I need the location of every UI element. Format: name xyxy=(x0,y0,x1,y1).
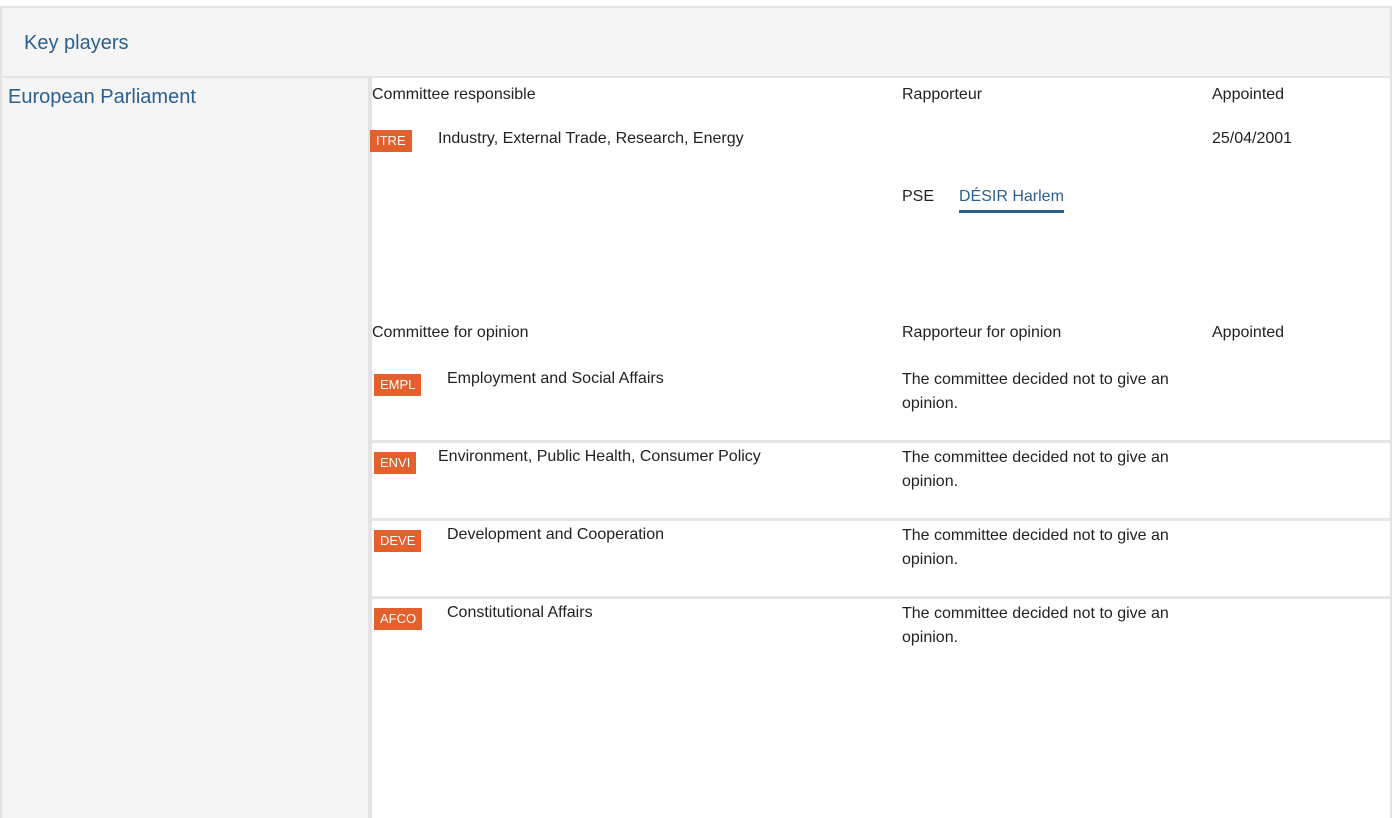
rapporteur-opinion-empl: The committee decided not to give an opi… xyxy=(902,371,1169,412)
committee-name-deve: Development and Cooperation xyxy=(447,526,665,543)
rapporteur-opinion-envi: The committee decided not to give an opi… xyxy=(902,449,1169,490)
institution-column: European Parliament xyxy=(2,78,368,818)
rapporteur-opinion-afco: The committee decided not to give an opi… xyxy=(902,605,1169,646)
col-header-committee-opinion: Committee for opinion xyxy=(372,324,529,341)
section-header: Key players xyxy=(2,8,1390,78)
rapporteur-group: PSE xyxy=(902,188,935,205)
committee-name-afco: Constitutional Affairs xyxy=(447,604,593,621)
committee-badge-afco: AFCO xyxy=(374,608,423,630)
institution-label: European Parliament xyxy=(8,86,196,108)
appointed-date: 25/04/2001 xyxy=(1212,130,1293,147)
row-divider xyxy=(372,596,1390,599)
rapporteur-opinion-deve: The committee decided not to give an opi… xyxy=(902,527,1169,568)
committee-badge-empl: EMPL xyxy=(374,374,422,396)
committee-name-itre: Industry, External Trade, Research, Ener… xyxy=(438,130,744,147)
col-header-committee-responsible: Committee responsible xyxy=(372,86,536,103)
col-header-appointed: Appointed xyxy=(1212,86,1285,103)
col-header-appointed-opinion: Appointed xyxy=(1212,324,1285,341)
committee-badge-envi: ENVI xyxy=(374,452,417,474)
section-title: Key players xyxy=(24,32,129,54)
committee-name-empl: Employment and Social Affairs xyxy=(447,370,664,387)
committee-name-envi: Environment, Public Health, Consumer Pol… xyxy=(438,448,761,465)
committee-badge-itre: ITRE xyxy=(370,130,412,152)
row-divider xyxy=(372,518,1390,521)
committees-area: Committee responsible Rapporteur Appoint… xyxy=(370,78,1390,818)
row-divider xyxy=(372,440,1390,443)
committee-badge-deve: DEVE xyxy=(374,530,422,552)
col-header-rapporteur-opinion: Rapporteur for opinion xyxy=(902,324,1062,341)
col-header-rapporteur: Rapporteur xyxy=(902,86,983,103)
rapporteur-link[interactable]: DÉSIR Harlem xyxy=(959,188,1064,213)
